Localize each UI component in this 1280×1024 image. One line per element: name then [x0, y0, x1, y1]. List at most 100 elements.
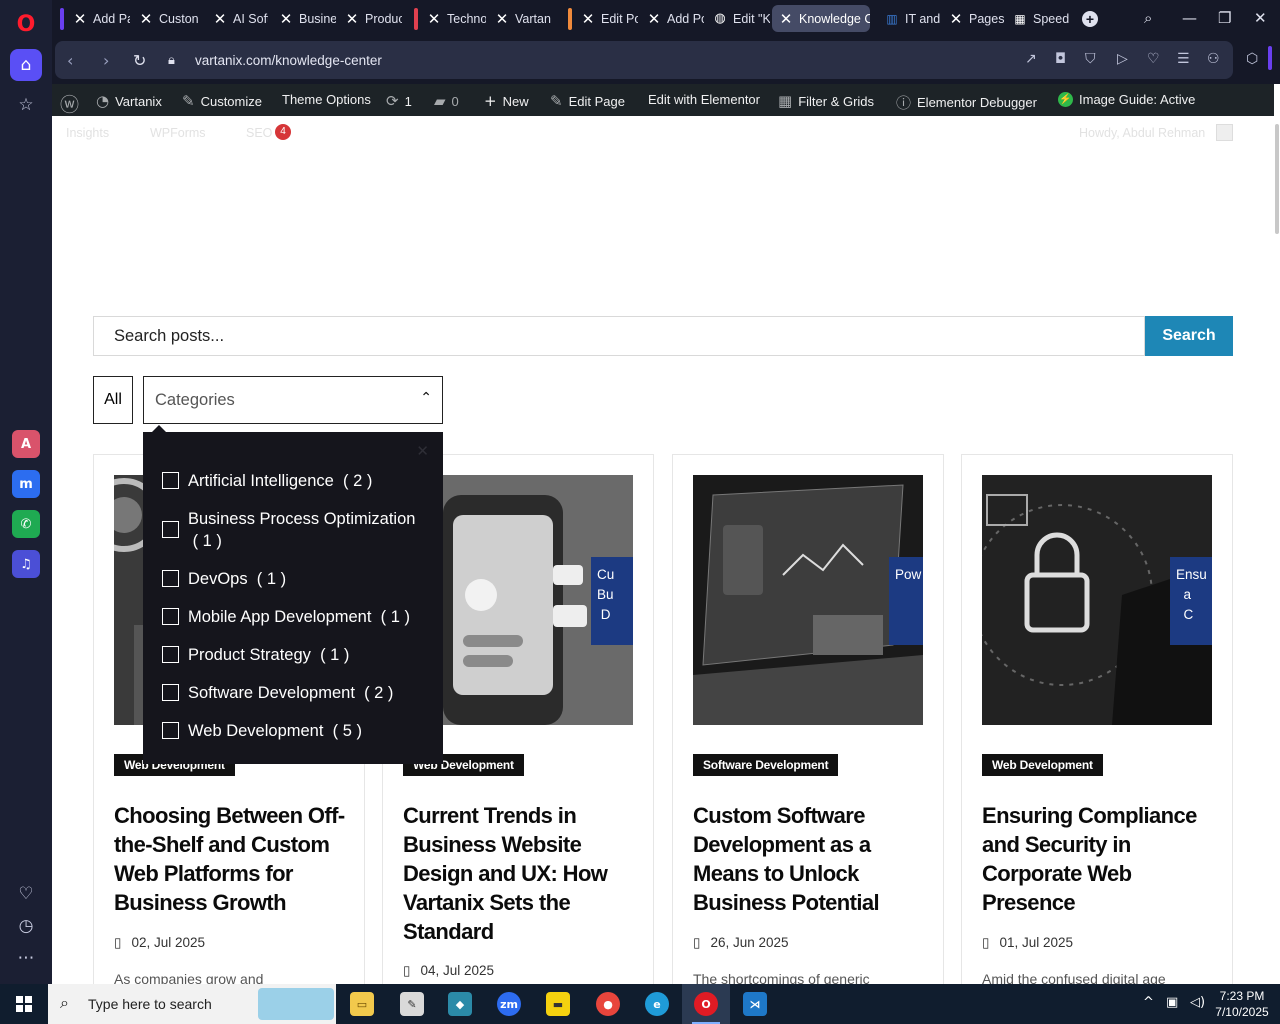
- aria-icon[interactable]: A: [12, 430, 40, 458]
- post-title[interactable]: Custom Software Development as a Means t…: [693, 801, 933, 917]
- reload-icon[interactable]: ↻: [133, 51, 146, 70]
- tab[interactable]: ✕ Vartan: [488, 5, 552, 32]
- seo-link[interactable]: SEO: [246, 126, 272, 140]
- filter-grids-link[interactable]: ▦ Filter & Grids: [778, 92, 874, 110]
- opera-logo-icon[interactable]: O: [10, 8, 42, 40]
- post-title[interactable]: Current Trends in Business Website Desig…: [403, 801, 643, 946]
- easy-setup-icon[interactable]: ☰: [1177, 51, 1190, 67]
- checkbox[interactable]: [162, 570, 179, 587]
- forward-icon[interactable]: ›: [103, 51, 109, 70]
- category-option[interactable]: Product Strategy ( 1 ): [162, 644, 349, 666]
- minimize-icon[interactable]: —: [1182, 9, 1197, 27]
- music-icon[interactable]: ♫: [12, 550, 40, 578]
- address-bar[interactable]: ‹ › ↻ 🔒︎ vartanix.com/knowledge-center ↗…: [55, 41, 1233, 79]
- star-icon[interactable]: ☆: [10, 89, 42, 121]
- tab[interactable]: ✕ Add Pa: [66, 5, 130, 32]
- back-icon[interactable]: ‹: [67, 51, 73, 70]
- post-title[interactable]: Ensuring Compliance and Security in Corp…: [982, 801, 1222, 917]
- more-icon[interactable]: ⋯: [10, 942, 42, 974]
- tab[interactable]: ✕ Pages: [942, 5, 1004, 32]
- category-badge[interactable]: Software Development: [693, 754, 839, 776]
- avatar[interactable]: [1216, 124, 1233, 141]
- windows-start-icon[interactable]: [16, 996, 32, 1012]
- search-tabs-icon[interactable]: ⌕: [1144, 9, 1152, 27]
- extensions-icon[interactable]: ⬡: [1246, 51, 1258, 67]
- scrollbar-thumb[interactable]: [1275, 124, 1279, 234]
- share-icon[interactable]: ↗: [1025, 51, 1037, 67]
- opera-icon[interactable]: O: [694, 992, 718, 1016]
- checkbox[interactable]: [162, 722, 179, 739]
- category-option[interactable]: Web Development ( 5 ): [162, 720, 362, 742]
- insights-link[interactable]: Insights: [66, 126, 109, 140]
- profile-icon[interactable]: ⚇: [1207, 51, 1220, 67]
- chrome-icon[interactable]: ●: [596, 992, 620, 1016]
- tab[interactable]: ▥ IT and: [878, 5, 940, 32]
- restore-icon[interactable]: ❐: [1218, 9, 1231, 27]
- edit-with-elementor-link[interactable]: Edit with Elementor: [648, 92, 760, 107]
- edge-icon[interactable]: e: [645, 992, 669, 1016]
- site-name-link[interactable]: ◔ Vartanix: [96, 92, 162, 110]
- tab[interactable]: ✕ Add Po: [640, 5, 704, 32]
- theme-options-link[interactable]: Theme Options: [282, 92, 371, 107]
- clock[interactable]: 7:23 PM 7/10/2025: [1212, 988, 1272, 1020]
- edit-page-link[interactable]: ✎ Edit Page: [550, 92, 625, 110]
- post-image[interactable]: Pow with Soft: [693, 475, 923, 725]
- new-tab-icon[interactable]: +: [1082, 11, 1098, 27]
- tab-active[interactable]: ✕ Knowledge C: [772, 5, 870, 32]
- heart-icon[interactable]: ♡: [10, 878, 42, 910]
- tab[interactable]: ▦ Speed: [1006, 5, 1072, 32]
- comments-link[interactable]: ▰ 0: [434, 92, 459, 110]
- url-text[interactable]: vartanix.com/knowledge-center: [195, 53, 382, 68]
- network-icon[interactable]: ▣: [1166, 995, 1178, 1010]
- new-content-link[interactable]: + New: [484, 92, 529, 110]
- play-icon[interactable]: ▷: [1117, 51, 1128, 67]
- post-card[interactable]: Pow with Soft Software Development Custo…: [672, 454, 944, 984]
- chevron-up-icon[interactable]: ^: [1143, 995, 1154, 1010]
- post-card[interactable]: Ensu a C Web Development Ensuring Compli…: [961, 454, 1233, 984]
- all-filter-button[interactable]: All: [93, 376, 133, 424]
- wpforms-link[interactable]: WPForms: [150, 126, 206, 140]
- post-title[interactable]: Choosing Between Off-the-Shelf and Custo…: [114, 801, 354, 917]
- app-icon[interactable]: ◆: [448, 992, 472, 1016]
- category-badge[interactable]: Web Development: [982, 754, 1103, 776]
- search-button[interactable]: Search: [1145, 316, 1233, 356]
- tab[interactable]: ✕ Produc: [338, 5, 402, 32]
- heart-outline-icon[interactable]: ♡: [1147, 51, 1160, 67]
- tab[interactable]: ✕ Custon: [132, 5, 200, 32]
- elementor-debugger-link[interactable]: ⓘ Elementor Debugger: [896, 92, 1037, 113]
- checkbox[interactable]: [162, 472, 179, 489]
- close-window-icon[interactable]: ✕: [1254, 9, 1267, 27]
- tab[interactable]: ◍ Edit "K: [706, 5, 770, 32]
- customize-link[interactable]: ✎ Customize: [182, 92, 262, 110]
- tab[interactable]: ✕ Busine: [272, 5, 336, 32]
- taskbar-search[interactable]: ⌕ Type here to search: [48, 984, 336, 1024]
- home-icon[interactable]: ⌂: [10, 49, 42, 81]
- whatsapp-icon[interactable]: ✆: [12, 510, 40, 538]
- category-option[interactable]: Business Process Optimization ( 1 ): [162, 508, 432, 552]
- category-option[interactable]: Mobile App Development ( 1 ): [162, 606, 410, 628]
- file-explorer-icon[interactable]: ▭: [350, 992, 374, 1016]
- image-guide-link[interactable]: ⚡ Image Guide: Active: [1058, 92, 1195, 107]
- search-input[interactable]: [93, 316, 1145, 356]
- wordpress-logo-icon[interactable]: ⓦ: [60, 90, 79, 117]
- tab[interactable]: ✕ Edit Po: [574, 5, 638, 32]
- category-option[interactable]: Artificial Intelligence ( 2 ): [162, 470, 372, 492]
- sticky-notes-icon[interactable]: ▬: [546, 992, 570, 1016]
- history-icon[interactable]: ◷: [10, 910, 42, 942]
- zoom-icon[interactable]: zm: [497, 992, 521, 1016]
- tab[interactable]: ✕ Techno: [420, 5, 486, 32]
- checkbox[interactable]: [162, 608, 179, 625]
- updates-link[interactable]: ⟳ 1: [386, 92, 412, 110]
- categories-select[interactable]: Categories ⌃: [143, 376, 443, 424]
- tab[interactable]: ✕ AI Soft: [206, 5, 268, 32]
- messenger-icon[interactable]: m: [12, 470, 40, 498]
- post-image[interactable]: Ensu a C: [982, 475, 1212, 725]
- close-icon[interactable]: ✕: [416, 442, 429, 460]
- shield-icon[interactable]: ⛉: [1085, 51, 1096, 67]
- category-option[interactable]: Software Development ( 2 ): [162, 682, 393, 704]
- checkbox[interactable]: [162, 521, 179, 538]
- checkbox[interactable]: [162, 684, 179, 701]
- vscode-icon[interactable]: ⋊: [743, 992, 767, 1016]
- volume-icon[interactable]: ◁): [1190, 995, 1205, 1010]
- camera-icon[interactable]: ◘: [1055, 51, 1066, 67]
